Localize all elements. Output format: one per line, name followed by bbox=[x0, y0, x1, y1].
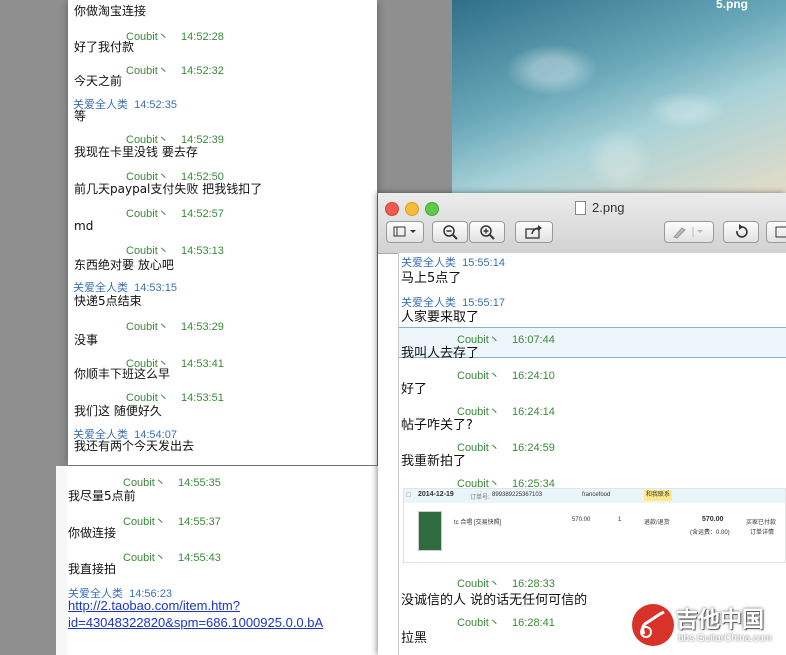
rotate-icon bbox=[736, 224, 748, 238]
chat-window-upper[interactable]: 你做淘宝连接 Coubit丶 14:52:28 好了我付款 Coubit丶 14… bbox=[68, 0, 377, 465]
preview-window[interactable]: 2.png 关爱全人类 15:55:14 马上5点了 关爱全人类 15:55:1… bbox=[378, 193, 786, 655]
chat-message: 前几天paypal支付失败 把我钱扣了 bbox=[74, 182, 263, 196]
zoom-in-button[interactable] bbox=[469, 221, 505, 243]
watermark-title: 吉他中国 bbox=[676, 608, 765, 633]
order-screenshot: ☐ 2014-12-19 订单号: 899389225367103 france… bbox=[403, 488, 786, 563]
sidebar-icon bbox=[393, 226, 416, 237]
chat-message: 人家要来取了 bbox=[401, 310, 480, 325]
order-header: ☐ 2014-12-19 订单号: 899389225367103 france… bbox=[404, 489, 785, 503]
order-total: 570.00 bbox=[702, 516, 724, 523]
chat-message: 没事 bbox=[74, 333, 99, 347]
order-date: 2014-12-19 bbox=[418, 491, 454, 498]
taobao-link[interactable]: id=43048322820&spm=686.1000925.0.0.bA bbox=[68, 615, 379, 630]
order-detail: 订单详情 bbox=[750, 530, 775, 536]
contact-badge: 和我联系 bbox=[644, 490, 673, 501]
share-icon bbox=[525, 225, 542, 239]
toolbox-button[interactable] bbox=[766, 221, 786, 243]
chat-message: 我现在卡里没钱 要去存 bbox=[74, 145, 198, 159]
chat-sender-header: Coubit丶 16:28:41 bbox=[457, 617, 555, 629]
chat-message: 东西绝对要 放心吧 bbox=[74, 258, 174, 272]
desktop-image-preview: 5.png bbox=[452, 0, 786, 200]
zoom-out-button[interactable] bbox=[432, 221, 468, 243]
image-filename-label: 5.png bbox=[716, 0, 748, 11]
order-price: 570.00 bbox=[572, 517, 591, 523]
chat-message: 我尽量5点前 bbox=[68, 489, 136, 503]
chat-message: 没诚信的人 说的话无任何可信的 bbox=[401, 593, 588, 608]
chat-message: 你顺丰下班这么早 bbox=[74, 367, 171, 381]
chat-message: 我们这 随便好久 bbox=[74, 404, 162, 418]
chat-message: 快递5点结束 bbox=[74, 294, 142, 308]
minimize-button[interactable] bbox=[405, 202, 419, 216]
chat-message: 好了 bbox=[401, 382, 428, 397]
close-button[interactable] bbox=[385, 202, 399, 216]
sidebar-toggle-button[interactable] bbox=[386, 221, 424, 243]
chat-sender-header: Coubit丶 14:55:37 bbox=[123, 516, 221, 528]
maximize-button[interactable] bbox=[425, 202, 439, 216]
chat-message: 今天之前 bbox=[74, 74, 123, 88]
pen-icon bbox=[673, 227, 703, 239]
chat-message: md bbox=[74, 219, 94, 233]
chat-sender-header: Coubit丶 14:52:57 bbox=[126, 208, 224, 220]
taobao-link[interactable]: http://2.taobao.com/item.htm? bbox=[68, 598, 240, 613]
chat-message: 马上5点了 bbox=[401, 271, 462, 286]
chat-sender-header: Coubit丶 14:55:43 bbox=[123, 552, 221, 564]
order-action: 退款/退货 bbox=[644, 520, 670, 526]
chat-message: 我重新拍了 bbox=[401, 454, 467, 469]
guitar-logo-icon bbox=[632, 604, 674, 646]
watermark-url: bbs.GuitarChina.com bbox=[678, 633, 772, 644]
preview-image-content: 关爱全人类 15:55:14 马上5点了 关爱全人类 15:55:17 人家要来… bbox=[398, 253, 786, 655]
annotate-button[interactable] bbox=[664, 221, 714, 243]
chat-message: 我叫人去存了 bbox=[401, 346, 480, 361]
chat-sender-header: Coubit丶 14:52:28 bbox=[126, 31, 224, 43]
document-icon bbox=[575, 201, 586, 215]
chat-sender-header: Coubit丶 14:55:35 bbox=[123, 477, 221, 489]
chat-message: 等 bbox=[74, 109, 87, 123]
window-title: 2.png bbox=[592, 200, 625, 215]
order-number-label: 订单号: bbox=[470, 495, 490, 501]
order-item: tc 合唱 [交易快照] bbox=[454, 520, 502, 526]
site-watermark: 吉他中国 bbs.GuitarChina.com bbox=[632, 602, 782, 652]
order-shipping: (含运费：0.00) bbox=[690, 530, 730, 536]
order-status: 买家已付款 bbox=[746, 520, 777, 526]
chat-message: 你做淘宝连接 bbox=[74, 4, 147, 18]
chat-sender-header: Coubit丶 14:53:29 bbox=[126, 321, 224, 333]
chat-message: 我还有两个今天发出去 bbox=[74, 439, 195, 453]
shop-name: francefood bbox=[582, 492, 611, 498]
order-quantity: 1 bbox=[618, 517, 622, 523]
zoom-in-icon bbox=[480, 225, 495, 240]
toolbox-icon bbox=[775, 226, 786, 238]
chat-sender-header: Coubit丶 14:52:32 bbox=[126, 65, 224, 77]
chat-message: 帖子咋关了? bbox=[401, 418, 473, 433]
chat-sender-header: 关爱全人类 14:52:35 bbox=[73, 99, 177, 111]
chat-message: 好了我付款 bbox=[74, 40, 135, 54]
chat-sender-header: Coubit丶 16:24:10 bbox=[457, 370, 555, 382]
chat-message: 你做连接 bbox=[68, 526, 117, 540]
chat-window-lower[interactable]: Coubit丶 14:55:35 我尽量5点前 Coubit丶 14:55:37… bbox=[56, 466, 379, 655]
product-thumbnail bbox=[418, 511, 442, 551]
preview-titlebar[interactable]: 2.png bbox=[378, 193, 786, 254]
order-number: 899389225367103 bbox=[492, 492, 543, 498]
rotate-button[interactable] bbox=[723, 221, 759, 243]
chat-message: 拉黑 bbox=[401, 631, 428, 646]
zoom-out-icon bbox=[443, 225, 458, 240]
chat-message: 我直接拍 bbox=[68, 562, 117, 576]
chat-sender-header: Coubit丶 16:24:59 bbox=[457, 442, 555, 454]
share-button[interactable] bbox=[515, 221, 553, 243]
